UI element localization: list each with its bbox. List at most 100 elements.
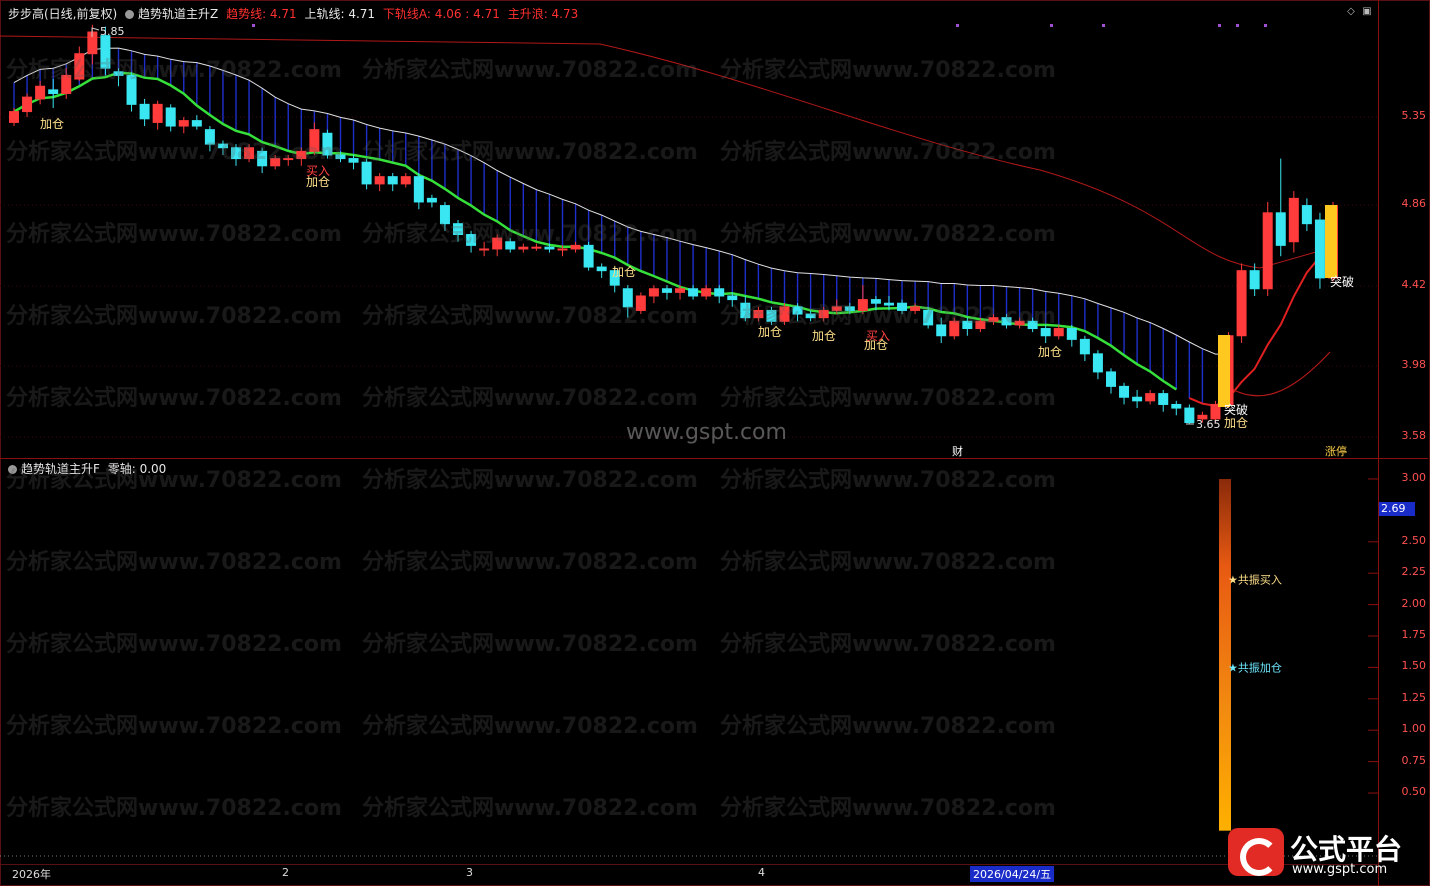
candle-body [857,299,868,311]
date-label: 2 [282,866,289,879]
candle-body [374,176,385,185]
resonance-add-label: ★共振加仓 [1228,660,1282,674]
candle-body [792,306,803,315]
trend-line-value: 趋势线: 4.71 [226,7,297,21]
candle-body [9,111,19,123]
signal-dot [252,24,255,27]
candle-body [1262,212,1273,290]
candle-body [727,295,738,301]
candle-body [100,35,111,69]
sub-axis-label: 1.25 [1401,690,1427,704]
candle-body [296,150,307,160]
main-price-chart[interactable]: 加仓加仓 加仓加仓 加仓加仓加仓加仓买入买入突破突破财 涨停5.853.65 [0,20,1378,458]
candle-body [1119,385,1130,398]
resonance-buy-label: ★共振买入 [1228,572,1282,586]
candle-body [257,150,268,167]
candle-body [1184,407,1195,424]
candle-body [1079,338,1090,355]
sub-axis-label: 1.75 [1401,628,1427,641]
price-axis-line [1378,0,1379,886]
sub-indicator-chart[interactable]: ★共振买入 ★共振加仓 [0,460,1378,860]
candle-body [557,248,568,251]
candle-body [988,317,999,322]
candle-body [883,302,894,306]
finance-marker: 财 [952,444,963,458]
candle-body [1171,403,1182,409]
candle-body [949,320,960,337]
date-label: 4 [758,866,765,879]
sub-axis-label: 2.25 [1401,565,1427,579]
diamond-icon[interactable]: ◇ [1346,7,1356,17]
candle-body [139,103,150,120]
gear-icon[interactable] [125,10,135,19]
breakout-bar [1325,205,1337,278]
candle-body [1014,320,1025,326]
candle-body [1145,393,1156,402]
breakout-marker: 突破 [1330,274,1354,289]
candle-body [831,306,842,311]
sub-axis-label: 2.50 [1401,533,1427,547]
signal-dot [956,24,959,27]
candle-body [1314,219,1325,279]
candle-body [544,246,555,250]
candle-body [191,120,202,127]
candle-body [309,129,320,152]
candle-body [152,103,163,123]
candle-body [622,288,633,308]
candle-body [113,71,124,76]
candle-body [322,132,333,156]
pane-separator[interactable] [0,458,1428,459]
candle-body [231,147,242,160]
candle-body [766,309,777,322]
breakout-marker: 突破 [1224,402,1248,417]
candle-body [492,237,503,250]
resonance-bar [1219,479,1231,831]
breakout-bar [1218,335,1230,407]
candle-body [466,234,477,246]
candle-body [22,96,33,113]
add-position-marker: 加仓 [612,265,636,279]
candle-body [74,53,85,80]
candle-body [870,299,881,304]
high-price-label: 5.85 [100,25,125,38]
add-position-marker: 加仓 [758,325,782,339]
signal-dot [1050,24,1053,27]
candle-body [635,295,646,311]
candle-body [35,85,46,100]
candle-body [1301,205,1312,225]
sub-axis-label: 3.00 [1401,471,1427,484]
signal-dot [1264,24,1267,27]
window-restore-icon[interactable]: ▣ [1362,7,1372,17]
candle-body [714,288,725,297]
sub-axis-label: 0.50 [1401,785,1427,798]
candle-body [570,244,581,250]
price-axis-label: 3.98 [1401,358,1427,371]
candle-body [1092,353,1103,373]
candle-body [1132,396,1143,402]
signal-dot [1236,24,1239,27]
sub-axis-label: 2.00 [1401,596,1427,610]
buy-marker: 买入 [866,329,890,343]
candle-body [1105,371,1116,387]
candle-body [583,244,594,268]
candle-body [270,158,281,167]
candle-body [1158,393,1169,405]
candle-body [596,266,607,272]
lower-rail-line [0,35,1331,269]
candle-body [897,302,908,311]
candle-body [178,120,189,127]
candle-body [439,205,450,225]
candle-body [283,158,294,161]
cursor-date-label: 2026/04/24/五 [970,866,1055,882]
add-position-marker: 加仓 [1038,345,1062,359]
candle-body [400,176,411,185]
candle-body [217,143,228,149]
date-label: 2026年 [12,868,51,881]
candle-body [910,306,921,311]
candle-body [975,320,986,330]
indicator-name[interactable]: 趋势轨道主升Z [138,7,218,21]
date-axis [0,864,1378,885]
candle-body [413,176,424,203]
signal-dot [1102,24,1105,27]
gspt-logo: 公式平台 www.gspt.com [1228,826,1424,880]
